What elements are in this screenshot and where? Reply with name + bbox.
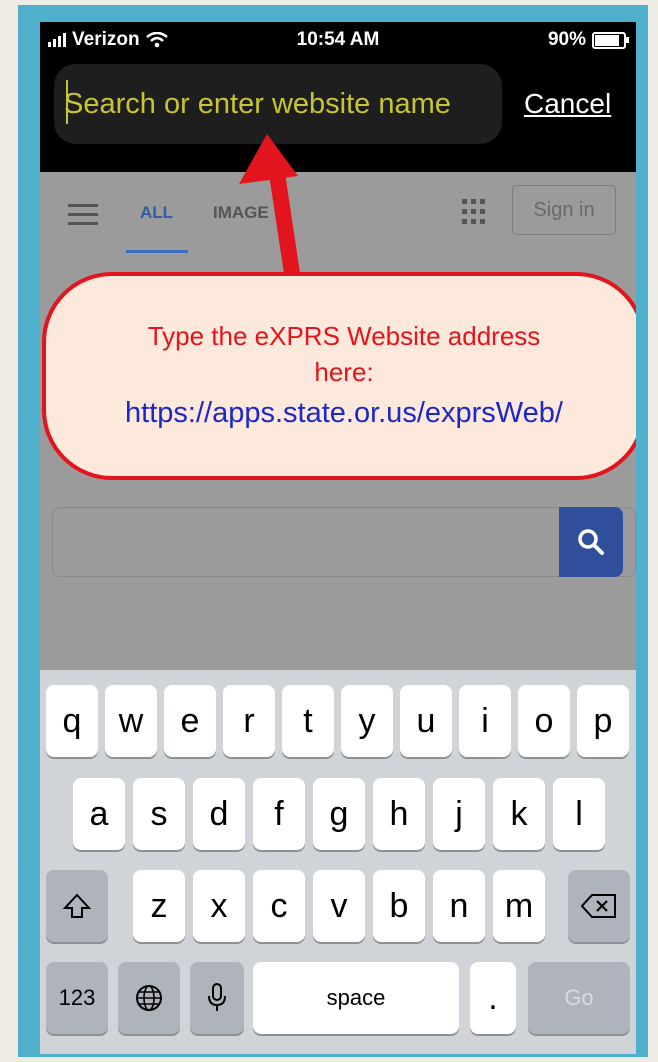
key-w[interactable]: w [105, 685, 157, 757]
globe-key[interactable] [118, 962, 180, 1034]
key-x[interactable]: x [193, 870, 245, 942]
key-k[interactable]: k [493, 778, 545, 850]
key-a[interactable]: a [73, 778, 125, 850]
key-d[interactable]: d [193, 778, 245, 850]
key-y[interactable]: y [341, 685, 393, 757]
key-p[interactable]: p [577, 685, 629, 757]
globe-icon [136, 985, 162, 1011]
microphone-icon [208, 983, 226, 1011]
key-i[interactable]: i [459, 685, 511, 757]
period-key[interactable]: . [470, 962, 516, 1034]
key-z[interactable]: z [133, 870, 185, 942]
go-key[interactable]: Go [528, 962, 630, 1034]
key-h[interactable]: h [373, 778, 425, 850]
space-key[interactable]: space [253, 962, 459, 1034]
key-t[interactable]: t [282, 685, 334, 757]
key-u[interactable]: u [400, 685, 452, 757]
instruction-callout: Type the eXPRS Website address here: htt… [42, 272, 636, 480]
shift-key[interactable] [46, 870, 108, 942]
key-s[interactable]: s [133, 778, 185, 850]
key-m[interactable]: m [493, 870, 545, 942]
phone-screen: Verizon 10:54 AM 90% Cancel ALL IMAGE [40, 22, 636, 1054]
keyboard: q w e r t y u i o p a s d f g h j k l z … [40, 670, 636, 1054]
key-l[interactable]: l [553, 778, 605, 850]
callout-line-1: Type the eXPRS Website address [147, 321, 541, 351]
key-r[interactable]: r [223, 685, 275, 757]
key-o[interactable]: o [518, 685, 570, 757]
backspace-icon [580, 894, 616, 918]
google-search-button[interactable] [559, 507, 623, 577]
key-g[interactable]: g [313, 778, 365, 850]
key-f[interactable]: f [253, 778, 305, 850]
callout-url: https://apps.state.or.us/exprsWeb/ [125, 397, 563, 429]
backspace-key[interactable] [568, 870, 630, 942]
key-q[interactable]: q [46, 685, 98, 757]
shift-arrow-icon [62, 893, 92, 918]
key-e[interactable]: e [164, 685, 216, 757]
key-b[interactable]: b [373, 870, 425, 942]
key-c[interactable]: c [253, 870, 305, 942]
microphone-key[interactable] [190, 962, 244, 1034]
key-n[interactable]: n [433, 870, 485, 942]
numbers-key[interactable]: 123 [46, 962, 108, 1034]
key-v[interactable]: v [313, 870, 365, 942]
search-icon [578, 529, 604, 555]
google-search-box[interactable] [52, 507, 636, 577]
key-j[interactable]: j [433, 778, 485, 850]
callout-line-2: here: [314, 357, 374, 387]
